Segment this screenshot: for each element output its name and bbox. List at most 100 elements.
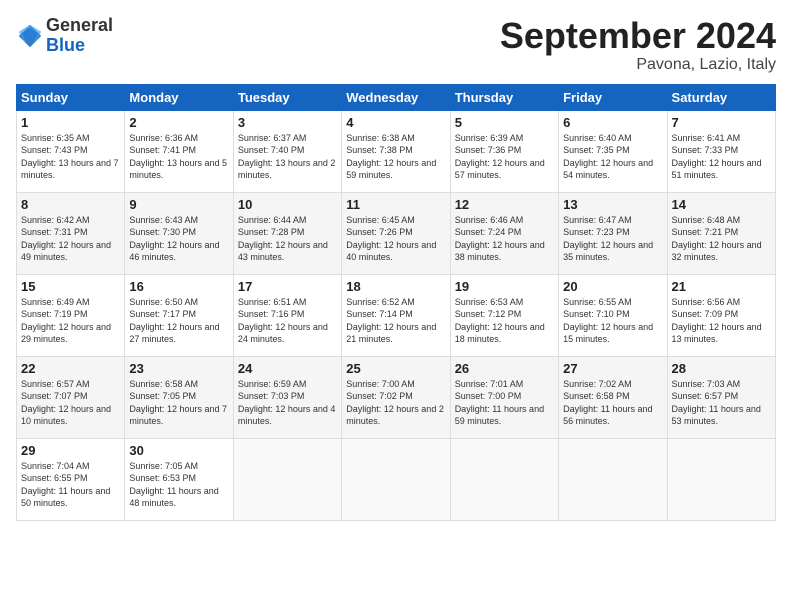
calendar-cell: 18 Sunrise: 6:52 AMSunset: 7:14 PMDayligh… (342, 274, 450, 356)
calendar-cell: 14 Sunrise: 6:48 AMSunset: 7:21 PMDayligh… (667, 192, 775, 274)
logo-blue: Blue (46, 36, 113, 56)
day-number: 1 (21, 115, 120, 130)
day-number: 17 (238, 279, 337, 294)
day-number: 4 (346, 115, 445, 130)
calendar-cell: 7Sunrise: 6:41 AMSunset: 7:33 PMDaylight… (667, 110, 775, 192)
day-number: 10 (238, 197, 337, 212)
day-number: 30 (129, 443, 228, 458)
day-info: Sunrise: 6:46 AMSunset: 7:24 PMDaylight:… (455, 214, 554, 264)
day-info: Sunrise: 6:47 AMSunset: 7:23 PMDaylight:… (563, 214, 662, 264)
calendar-cell: 26Sunrise: 7:01 AMSunset: 7:00 PMDayligh… (450, 356, 558, 438)
day-info: Sunrise: 6:59 AMSunset: 7:03 PMDaylight:… (238, 378, 337, 428)
col-header-monday: Monday (125, 84, 233, 110)
day-info: Sunrise: 7:03 AMSunset: 6:57 PMDaylight:… (672, 378, 771, 428)
day-number: 11 (346, 197, 445, 212)
location-subtitle: Pavona, Lazio, Italy (500, 56, 776, 74)
day-number: 18 (346, 279, 445, 294)
calendar-cell: 5Sunrise: 6:39 AMSunset: 7:36 PMDaylight… (450, 110, 558, 192)
title-block: September 2024 Pavona, Lazio, Italy (500, 16, 776, 74)
day-number: 29 (21, 443, 120, 458)
day-info: Sunrise: 6:55 AMSunset: 7:10 PMDaylight:… (563, 296, 662, 346)
day-info: Sunrise: 6:36 AMSunset: 7:41 PMDaylight:… (129, 132, 228, 182)
calendar-week-5: 29Sunrise: 7:04 AMSunset: 6:55 PMDayligh… (17, 438, 776, 520)
day-number: 23 (129, 361, 228, 376)
calendar-cell: 16 Sunrise: 6:50 AMSunset: 7:17 PMDayligh… (125, 274, 233, 356)
day-number: 6 (563, 115, 662, 130)
calendar-cell: 13 Sunrise: 6:47 AMSunset: 7:23 PMDayligh… (559, 192, 667, 274)
day-number: 7 (672, 115, 771, 130)
calendar-cell: 3Sunrise: 6:37 AMSunset: 7:40 PMDaylight… (233, 110, 341, 192)
calendar-week-4: 22 Sunrise: 6:57 AMSunset: 7:07 PMDayligh… (17, 356, 776, 438)
day-info: Sunrise: 6:40 AMSunset: 7:35 PMDaylight:… (563, 132, 662, 182)
calendar-cell: 10Sunrise: 6:44 AMSunset: 7:28 PMDayligh… (233, 192, 341, 274)
calendar-cell: 28Sunrise: 7:03 AMSunset: 6:57 PMDayligh… (667, 356, 775, 438)
day-info: Sunrise: 6:48 AMSunset: 7:21 PMDaylight:… (672, 214, 771, 264)
calendar-cell: 22 Sunrise: 6:57 AMSunset: 7:07 PMDayligh… (17, 356, 125, 438)
calendar-cell: 25 Sunrise: 7:00 AMSunset: 7:02 PMDayligh… (342, 356, 450, 438)
calendar-cell: 17 Sunrise: 6:51 AMSunset: 7:16 PMDayligh… (233, 274, 341, 356)
day-info: Sunrise: 6:53 AMSunset: 7:12 PMDaylight:… (455, 296, 554, 346)
calendar-cell: 30 Sunrise: 7:05 AMSunset: 6:53 PMDayligh… (125, 438, 233, 520)
col-header-tuesday: Tuesday (233, 84, 341, 110)
day-number: 14 (672, 197, 771, 212)
day-number: 20 (563, 279, 662, 294)
day-number: 8 (21, 197, 120, 212)
day-info: Sunrise: 7:00 AMSunset: 7:02 PMDaylight:… (346, 378, 445, 428)
calendar-cell: 21 Sunrise: 6:56 AMSunset: 7:09 PMDayligh… (667, 274, 775, 356)
col-header-sunday: Sunday (17, 84, 125, 110)
calendar-cell: 29Sunrise: 7:04 AMSunset: 6:55 PMDayligh… (17, 438, 125, 520)
day-info: Sunrise: 6:49 AMSunset: 7:19 PMDaylight:… (21, 296, 120, 346)
day-info: Sunrise: 6:38 AMSunset: 7:38 PMDaylight:… (346, 132, 445, 182)
day-number: 9 (129, 197, 228, 212)
day-number: 2 (129, 115, 228, 130)
day-number: 21 (672, 279, 771, 294)
calendar-cell: 6 Sunrise: 6:40 AMSunset: 7:35 PMDaylight… (559, 110, 667, 192)
calendar-cell (450, 438, 558, 520)
calendar-week-1: 1 Sunrise: 6:35 AMSunset: 7:43 PMDaylight… (17, 110, 776, 192)
day-number: 22 (21, 361, 120, 376)
logo-icon (16, 22, 44, 50)
calendar-cell (342, 438, 450, 520)
day-number: 12 (455, 197, 554, 212)
calendar-cell (559, 438, 667, 520)
day-info: Sunrise: 6:42 AMSunset: 7:31 PMDaylight:… (21, 214, 120, 264)
day-number: 24 (238, 361, 337, 376)
calendar-cell: 19Sunrise: 6:53 AMSunset: 7:12 PMDayligh… (450, 274, 558, 356)
day-info: Sunrise: 6:45 AMSunset: 7:26 PMDaylight:… (346, 214, 445, 264)
calendar-cell: 15 Sunrise: 6:49 AMSunset: 7:19 PMDayligh… (17, 274, 125, 356)
day-number: 15 (21, 279, 120, 294)
calendar-header-row: SundayMondayTuesdayWednesdayThursdayFrid… (17, 84, 776, 110)
calendar-week-3: 15 Sunrise: 6:49 AMSunset: 7:19 PMDayligh… (17, 274, 776, 356)
calendar-week-2: 8 Sunrise: 6:42 AMSunset: 7:31 PMDaylight… (17, 192, 776, 274)
calendar-cell: 2 Sunrise: 6:36 AMSunset: 7:41 PMDaylight… (125, 110, 233, 192)
day-number: 5 (455, 115, 554, 130)
day-number: 16 (129, 279, 228, 294)
logo-general: General (46, 16, 113, 36)
calendar-cell: 9 Sunrise: 6:43 AMSunset: 7:30 PMDaylight… (125, 192, 233, 274)
day-info: Sunrise: 7:05 AMSunset: 6:53 PMDaylight:… (129, 460, 228, 510)
day-info: Sunrise: 6:58 AMSunset: 7:05 PMDaylight:… (129, 378, 228, 428)
calendar-cell: 23 Sunrise: 6:58 AMSunset: 7:05 PMDayligh… (125, 356, 233, 438)
day-number: 25 (346, 361, 445, 376)
calendar-cell (667, 438, 775, 520)
calendar-cell: 8 Sunrise: 6:42 AMSunset: 7:31 PMDaylight… (17, 192, 125, 274)
day-number: 27 (563, 361, 662, 376)
day-info: Sunrise: 7:02 AMSunset: 6:58 PMDaylight:… (563, 378, 662, 428)
calendar-cell: 12 Sunrise: 6:46 AMSunset: 7:24 PMDayligh… (450, 192, 558, 274)
day-info: Sunrise: 6:57 AMSunset: 7:07 PMDaylight:… (21, 378, 120, 428)
header: General Blue September 2024 Pavona, Lazi… (16, 16, 776, 74)
day-number: 3 (238, 115, 337, 130)
day-info: Sunrise: 6:52 AMSunset: 7:14 PMDaylight:… (346, 296, 445, 346)
day-info: Sunrise: 6:51 AMSunset: 7:16 PMDaylight:… (238, 296, 337, 346)
calendar-cell (233, 438, 341, 520)
day-number: 26 (455, 361, 554, 376)
day-info: Sunrise: 6:43 AMSunset: 7:30 PMDaylight:… (129, 214, 228, 264)
calendar-cell: 4 Sunrise: 6:38 AMSunset: 7:38 PMDaylight… (342, 110, 450, 192)
calendar-cell: 27 Sunrise: 7:02 AMSunset: 6:58 PMDayligh… (559, 356, 667, 438)
calendar-cell: 20 Sunrise: 6:55 AMSunset: 7:10 PMDayligh… (559, 274, 667, 356)
day-number: 13 (563, 197, 662, 212)
calendar-cell: 1 Sunrise: 6:35 AMSunset: 7:43 PMDaylight… (17, 110, 125, 192)
day-info: Sunrise: 6:35 AMSunset: 7:43 PMDaylight:… (21, 132, 120, 182)
day-info: Sunrise: 6:56 AMSunset: 7:09 PMDaylight:… (672, 296, 771, 346)
day-info: Sunrise: 6:50 AMSunset: 7:17 PMDaylight:… (129, 296, 228, 346)
